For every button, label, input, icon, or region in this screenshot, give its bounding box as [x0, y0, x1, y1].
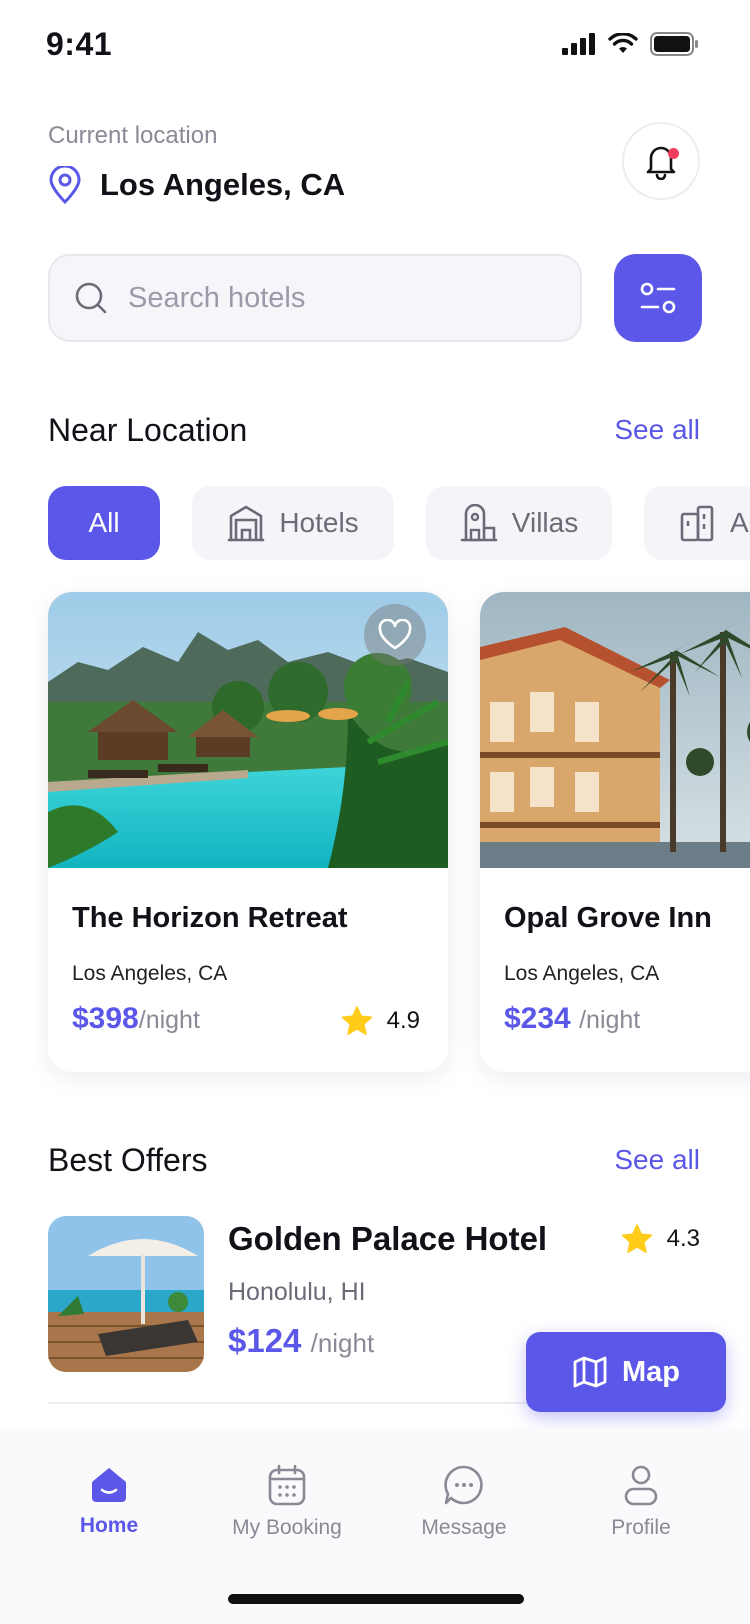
offer-price: $124 /night: [228, 1322, 374, 1360]
profile-icon: [624, 1465, 658, 1506]
near-location-title: Near Location: [48, 412, 248, 448]
rating-value: 4.3: [666, 1225, 700, 1252]
heart-icon: [378, 619, 412, 650]
offer-city: Honolulu, HI: [228, 1278, 366, 1306]
chip-label: All: [88, 507, 120, 538]
tab-home[interactable]: Home: [34, 1464, 184, 1538]
hotel-image: [480, 592, 750, 868]
tab-profile[interactable]: Profile: [566, 1464, 716, 1540]
hotel-name: The Horizon Retreat: [72, 902, 348, 934]
search-input[interactable]: Search hotels: [48, 254, 582, 342]
hotel-city: Los Angeles, CA: [72, 962, 228, 985]
current-location-label: Current location: [48, 122, 218, 149]
search-placeholder: Search hotels: [128, 281, 306, 314]
tab-label: Home: [79, 1514, 139, 1537]
map-button[interactable]: Map: [526, 1332, 726, 1412]
tab-label: Profile: [611, 1516, 671, 1539]
map-button-label: Map: [622, 1355, 680, 1388]
map-icon: [573, 1356, 607, 1388]
star-icon: [341, 1006, 372, 1035]
chip-label: Ap: [730, 507, 750, 538]
current-location-city: Los Angeles, CA: [100, 167, 346, 202]
price-unit: /night: [310, 1328, 375, 1358]
chip-label: Hotels: [279, 507, 359, 538]
tab-message[interactable]: Message: [389, 1464, 539, 1540]
price-value: $124: [228, 1322, 302, 1359]
notifications-button[interactable]: [622, 122, 700, 200]
current-location[interactable]: Los Angeles, CA: [48, 166, 345, 204]
apartment-icon: [680, 505, 714, 542]
wifi-icon: [608, 33, 638, 53]
offer-image[interactable]: [48, 1216, 204, 1372]
best-offers-title: Best Offers: [48, 1142, 208, 1178]
chip-label: Villas: [511, 507, 579, 538]
chip-villas[interactable]: Villas: [426, 486, 612, 560]
home-icon: [92, 1468, 126, 1502]
price-value: $234: [504, 1002, 571, 1035]
chip-apartments[interactable]: Ap: [644, 486, 750, 560]
hotel-price: $398/night: [72, 1002, 200, 1036]
status-time: 9:41: [46, 26, 113, 62]
offer-name: Golden Palace Hotel: [228, 1220, 548, 1257]
hotel-rating: 4.9: [341, 1006, 420, 1036]
location-pin-icon: [49, 166, 81, 204]
search-icon: [75, 282, 107, 314]
notification-dot: [668, 148, 679, 159]
favorite-button[interactable]: [364, 604, 426, 666]
chat-icon: [444, 1465, 483, 1505]
status-icons: [562, 32, 698, 56]
price-unit: /night: [138, 1006, 200, 1034]
tab-my-booking[interactable]: My Booking: [212, 1464, 362, 1540]
hotel-icon: [228, 505, 265, 542]
tab-label: My Booking: [232, 1516, 342, 1539]
price-unit: /night: [579, 1006, 641, 1034]
hotel-name: Opal Grove Inn: [504, 902, 712, 934]
hotel-card[interactable]: The Horizon Retreat Los Angeles, CA $398…: [48, 592, 448, 1072]
offer-rating: 4.3: [621, 1224, 700, 1254]
star-icon: [621, 1224, 652, 1253]
tab-label: Message: [421, 1516, 507, 1539]
price-value: $398: [72, 1002, 139, 1035]
hotel-price: $234 /night: [504, 1002, 640, 1036]
battery-icon: [650, 32, 698, 56]
villa-icon: [460, 504, 498, 542]
calendar-icon: [268, 1464, 306, 1506]
chip-hotels[interactable]: Hotels: [192, 486, 394, 560]
signal-icon: [562, 33, 595, 55]
chip-all[interactable]: All: [48, 486, 160, 560]
hotel-card[interactable]: Opal Grove Inn Los Angeles, CA $234 /nig…: [480, 592, 750, 1072]
near-see-all-link[interactable]: See all: [614, 414, 700, 446]
hotel-city: Los Angeles, CA: [504, 962, 660, 985]
filter-button[interactable]: [614, 254, 702, 342]
home-indicator: [228, 1594, 524, 1604]
offers-see-all-link[interactable]: See all: [614, 1144, 700, 1176]
rating-value: 4.9: [386, 1007, 420, 1034]
filter-icon: [640, 282, 676, 314]
